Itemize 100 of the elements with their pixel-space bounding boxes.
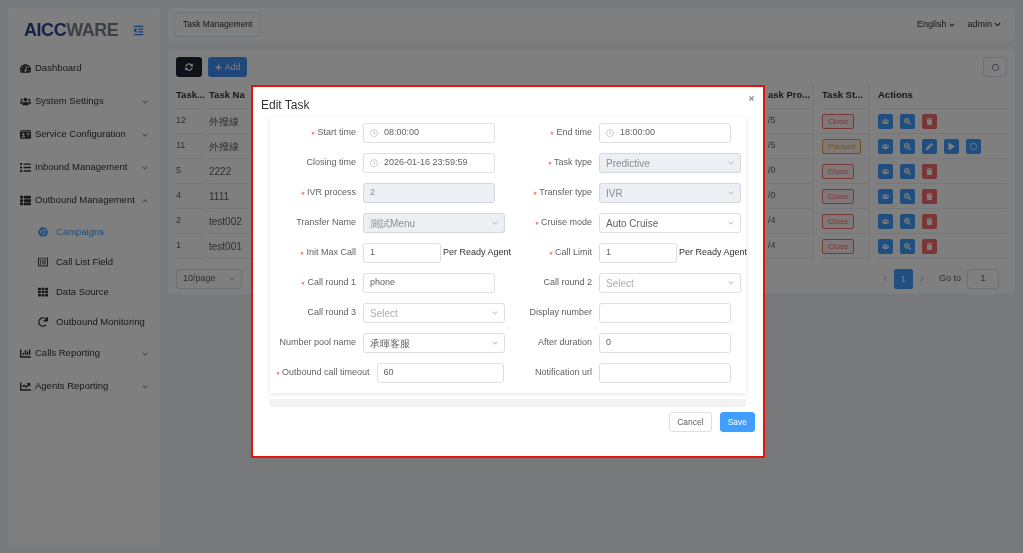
circle-button[interactable]: [966, 138, 981, 154]
zoom-in-button[interactable]: [900, 213, 915, 229]
users-button[interactable]: [878, 238, 893, 254]
users-icon: [882, 117, 889, 125]
sidebar-item[interactable]: Agents Reporting: [8, 370, 160, 403]
user-menu[interactable]: admin: [967, 17, 1001, 32]
zoom-in-button[interactable]: [900, 138, 915, 154]
chevron-down-icon: [728, 280, 734, 286]
zoom-in-button[interactable]: [900, 163, 915, 179]
save-button[interactable]: Save: [719, 412, 755, 432]
users-button[interactable]: [878, 188, 893, 204]
zoom-in-icon: [904, 217, 911, 225]
add-button[interactable]: Add: [208, 57, 248, 77]
goto-label: Go to: [939, 272, 961, 286]
select-field[interactable]: 承暉客服: [363, 333, 505, 353]
refresh-button[interactable]: [176, 57, 202, 77]
time-field[interactable]: 18:00:00: [599, 123, 731, 143]
table-cell: 2: [176, 209, 205, 234]
next-page-icon[interactable]: [919, 276, 925, 282]
users-button[interactable]: [878, 163, 893, 179]
input-field[interactable]: 0: [599, 333, 731, 353]
sidebar-item[interactable]: Service Configuration: [8, 118, 160, 151]
close-icon[interactable]: [748, 95, 755, 102]
users-icon: [20, 96, 31, 107]
play-icon: [948, 142, 955, 150]
chevron-down-icon: [492, 310, 498, 316]
trash-button[interactable]: [922, 113, 937, 129]
input-field[interactable]: 1: [363, 243, 441, 263]
select-field[interactable]: Select: [599, 273, 741, 293]
bar-chart-icon: [20, 348, 31, 359]
trash-button[interactable]: [922, 238, 937, 254]
time-field[interactable]: 2026-01-16 23:59:59: [363, 153, 495, 173]
language-menu[interactable]: English: [916, 17, 956, 32]
field-label: Transfer Name: [296, 216, 356, 230]
zoom-in-button[interactable]: [900, 238, 915, 254]
table-cell: 2222: [209, 159, 250, 184]
field-label: Closing time: [306, 156, 356, 170]
select-field[interactable]: Select: [363, 303, 505, 323]
users-icon: [882, 142, 889, 150]
sidebar-item[interactable]: Inbound Management: [8, 151, 160, 184]
sidebar-item[interactable]: System Settings: [8, 85, 160, 118]
time-field[interactable]: 08:00:00: [363, 123, 495, 143]
table-cell: 外撥線: [209, 109, 250, 134]
users-button[interactable]: [878, 138, 893, 154]
sidebar-item[interactable]: Dashboard: [8, 52, 160, 85]
trash-icon: [926, 117, 933, 125]
chevron-down-icon: [994, 21, 1001, 28]
chevron-down-icon: [949, 21, 956, 28]
field-label: Init Max Call: [306, 246, 356, 260]
chevron-down-icon: [229, 276, 235, 282]
field-label: Call round 2: [543, 276, 592, 290]
sidebar-subitem[interactable]: Call List Field: [8, 247, 160, 277]
field-label: IVR process: [306, 186, 356, 200]
input-field[interactable]: [599, 303, 731, 323]
input-field[interactable]: [599, 363, 731, 383]
page-size-select[interactable]: 10/page: [176, 269, 242, 289]
unit-label: Per Ready Agent: [679, 246, 748, 260]
line-chart-icon: [20, 381, 31, 392]
trash-button[interactable]: [922, 213, 937, 229]
page-input[interactable]: 1: [967, 269, 999, 289]
sidebar-subitem[interactable]: Outbound Monitoring: [8, 307, 160, 337]
table-cell: /4: [768, 209, 813, 234]
select-field[interactable]: Auto Cruise: [599, 213, 741, 233]
play-button[interactable]: [944, 138, 959, 154]
cancel-button[interactable]: Cancel: [669, 412, 712, 432]
settings-button[interactable]: [983, 57, 1007, 77]
trash-button[interactable]: [922, 163, 937, 179]
sidebar-item[interactable]: Outbound Management: [8, 184, 160, 217]
id-card-icon: [20, 129, 31, 140]
trash-button[interactable]: [922, 188, 937, 204]
previous-page-icon[interactable]: [882, 276, 888, 282]
users-button[interactable]: [878, 113, 893, 129]
trash-icon: [926, 167, 933, 175]
unit-label: Per Ready Agent: [443, 246, 512, 260]
field-label: Call Limit: [555, 246, 592, 260]
chevron-down-icon: [492, 340, 498, 346]
grid-icon: [38, 287, 48, 297]
status-tag: Paused: [822, 138, 862, 154]
chevron-down-icon: [728, 190, 734, 196]
table-cell: 1: [176, 234, 205, 259]
field-label: Transfer type: [539, 186, 592, 200]
menu-toggle-icon[interactable]: [133, 24, 144, 36]
table-cell: /5: [768, 134, 813, 159]
pencil-button[interactable]: [922, 138, 937, 154]
refresh-icon: [38, 317, 48, 327]
chevron-down-icon: [142, 383, 148, 390]
field-label: Start time: [317, 126, 356, 140]
sidebar-item[interactable]: Calls Reporting: [8, 337, 160, 370]
dashboard-icon: [20, 63, 31, 74]
zoom-in-icon: [904, 117, 911, 125]
zoom-in-button[interactable]: [900, 113, 915, 129]
zoom-in-button[interactable]: [900, 188, 915, 204]
chevron-down-icon: [142, 131, 148, 138]
input-field[interactable]: 60: [376, 363, 504, 383]
input-field[interactable]: 1: [599, 243, 677, 263]
input-field[interactable]: phone: [363, 273, 495, 293]
sidebar-subitem[interactable]: Data Source: [8, 277, 160, 307]
page-tab[interactable]: Task Management: [174, 12, 262, 37]
chevron-down-icon: [728, 220, 734, 226]
users-button[interactable]: [878, 213, 893, 229]
